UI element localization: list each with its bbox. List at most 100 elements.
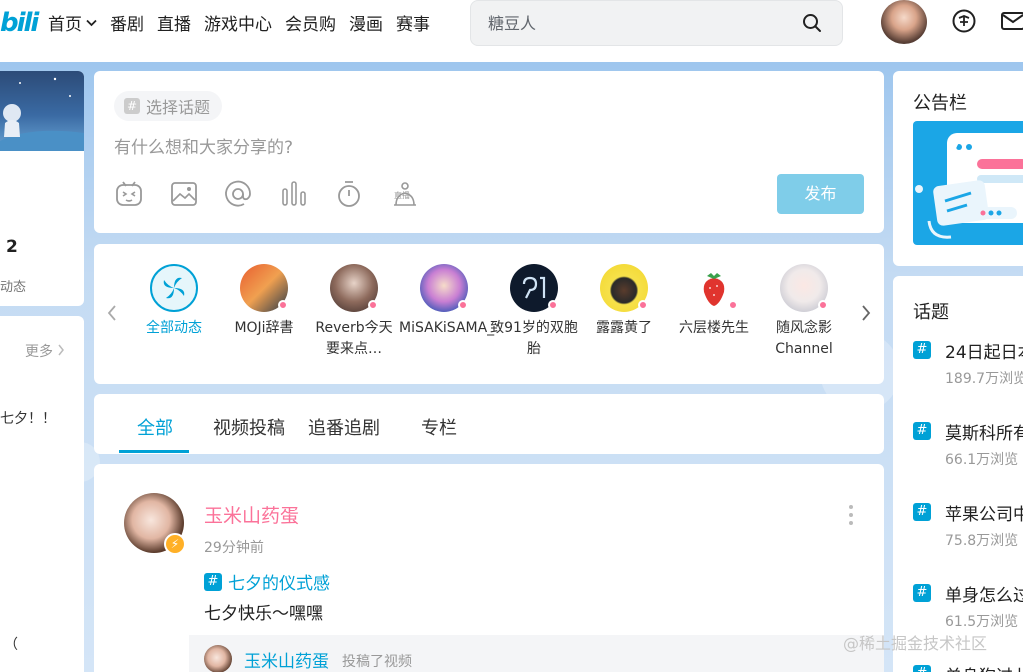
following-avatar <box>780 264 828 312</box>
notice-banner[interactable] <box>913 121 1023 245</box>
nav-item-game-center[interactable]: 游戏中心 <box>204 10 272 35</box>
pinwheel-icon <box>155 269 193 307</box>
image-icon[interactable] <box>169 179 199 209</box>
post-author-avatar[interactable]: ⚡ <box>124 493 186 555</box>
search-bar <box>470 0 843 46</box>
more-link[interactable]: 更多 <box>25 341 65 361</box>
following-item[interactable]: 随风念影Channel <box>759 264 849 360</box>
following-name: 六层楼先生 <box>679 320 749 336</box>
hash-icon: # <box>913 422 931 440</box>
vote-icon[interactable] <box>279 179 309 209</box>
watermark: @稀土掘金技术社区 <box>843 634 988 653</box>
topic-views: 66.1万浏览 <box>945 452 1019 468</box>
search-input[interactable] <box>488 13 788 33</box>
following-avatar <box>330 264 378 312</box>
live-icon[interactable]: 直播 <box>390 179 420 209</box>
profile-banner <box>0 71 84 151</box>
following-avatar <box>240 264 288 312</box>
following-item[interactable]: MOJi辞書 <box>219 264 309 339</box>
dynamic-count-label: 动态 <box>0 280 27 295</box>
tab-anime-series[interactable]: 追番追剧 <box>308 414 380 440</box>
emoji-icon[interactable] <box>114 179 144 209</box>
live-dot <box>368 300 378 310</box>
publish-button[interactable]: 发布 <box>777 174 864 214</box>
user-profile-card: 2 动态 <box>0 71 84 306</box>
live-icon-label: 直播 <box>394 191 410 200</box>
search-icon[interactable] <box>802 13 822 33</box>
message-icon[interactable] <box>1000 8 1023 34</box>
tab-articles[interactable]: 专栏 <box>421 414 457 440</box>
notice-title: 公告栏 <box>913 93 967 114</box>
notice-board: 公告栏 <box>893 71 1023 266</box>
chevron-down-icon <box>86 16 97 30</box>
hash-icon: # <box>124 98 140 114</box>
topic-name: 莫斯科所有 <box>945 424 1023 444</box>
topic-views: 75.8万浏览 <box>945 533 1019 549</box>
user-avatar[interactable] <box>881 0 927 44</box>
following-avatar <box>510 264 558 312</box>
live-dot <box>458 300 468 310</box>
following-name: 全部动态 <box>146 320 202 336</box>
all-dynamics-avatar <box>150 264 198 312</box>
select-topic-label: 选择话题 <box>146 98 211 117</box>
tab-video-posts[interactable]: 视频投稿 <box>213 414 285 440</box>
hash-icon: # <box>913 341 931 359</box>
bilibili-logo[interactable]: bili <box>0 8 40 38</box>
repost-author-name[interactable]: 玉米山药蛋 <box>244 647 329 672</box>
nav-item-live[interactable]: 直播 <box>157 10 191 35</box>
chevron-right-icon[interactable] <box>858 302 874 324</box>
more-options-icon[interactable] <box>848 504 854 526</box>
following-item[interactable]: 六层楼先生 <box>669 264 759 339</box>
live-dot <box>638 300 648 310</box>
post-author-name[interactable]: 玉米山药蛋 <box>204 501 299 528</box>
select-topic-button[interactable]: # 选择话题 <box>114 91 223 121</box>
hash-icon: # <box>204 572 222 591</box>
topic-name: 苹果公司中 <box>945 505 1023 525</box>
following-strip: 全部动态 MOJi辞書 Reverb今天要来点… MiSAKiSAMA_ 致91… <box>94 244 884 384</box>
topics-title: 话题 <box>913 302 949 323</box>
following-name: 露露黄了 <box>596 320 652 336</box>
nav-item-anime[interactable]: 番剧 <box>110 10 144 35</box>
repost-action: 投稿了视频 <box>342 654 412 670</box>
nav-menu: 首页 番剧 直播 游戏中心 会员购 漫画 赛事 <box>48 10 443 35</box>
following-item[interactable]: 露露黄了 <box>579 264 669 339</box>
nav-item-home[interactable]: 首页 <box>48 10 97 35</box>
live-dot <box>278 300 288 310</box>
topic-views: 189.7万浏览 <box>945 371 1023 387</box>
post-topic-link[interactable]: # 七夕的仪式感 <box>204 569 330 594</box>
following-avatar <box>690 264 738 312</box>
nav-item-shop[interactable]: 会员购 <box>285 10 336 35</box>
chevron-right-icon <box>57 344 65 360</box>
chevron-left-icon[interactable] <box>104 302 120 324</box>
nav-item-label: 首页 <box>48 15 82 35</box>
repost-block[interactable]: 玉米山药蛋 投稿了视频 <box>189 635 884 672</box>
live-dot <box>818 300 828 310</box>
following-name: 随风念影Channel <box>775 320 833 357</box>
b-coin-icon[interactable] <box>951 8 977 34</box>
timer-icon[interactable] <box>334 179 364 209</box>
live-snippet[interactable]: 七夕！！ <box>0 408 56 428</box>
live-snippet-2: （ <box>4 637 18 653</box>
dynamic-count[interactable]: 2 <box>6 237 18 257</box>
topic-views: 61.5万浏览 <box>945 614 1019 630</box>
topic-name: 单身狗过七 <box>945 662 1023 672</box>
nav-item-esports[interactable]: 赛事 <box>396 10 430 35</box>
repost-author-avatar[interactable] <box>204 645 232 672</box>
following-all-dynamics[interactable]: 全部动态 <box>129 264 219 339</box>
live-dot <box>728 300 738 310</box>
nav-item-manga[interactable]: 漫画 <box>349 10 383 35</box>
tab-all[interactable]: 全部 <box>137 414 173 440</box>
live-following-card: 更多 七夕！！ （ <box>0 316 84 672</box>
composer-input[interactable]: 有什么想和大家分享的? <box>114 133 293 158</box>
following-name: MiSAKiSAMA_ <box>399 320 495 336</box>
following-item[interactable]: MiSAKiSAMA_ <box>399 264 495 339</box>
post-topic-label: 七夕的仪式感 <box>228 574 330 594</box>
hash-icon: # <box>913 503 931 521</box>
post-text: 七夕快乐～嘿嘿 <box>204 604 323 624</box>
following-avatar <box>600 264 648 312</box>
post-composer: # 选择话题 有什么想和大家分享的? 直播 发布 <box>94 71 884 233</box>
following-item[interactable]: Reverb今天要来点… <box>309 264 399 360</box>
at-icon[interactable] <box>223 179 253 209</box>
live-dot <box>548 300 558 310</box>
following-item[interactable]: 致91岁的双胞胎 <box>489 264 579 360</box>
